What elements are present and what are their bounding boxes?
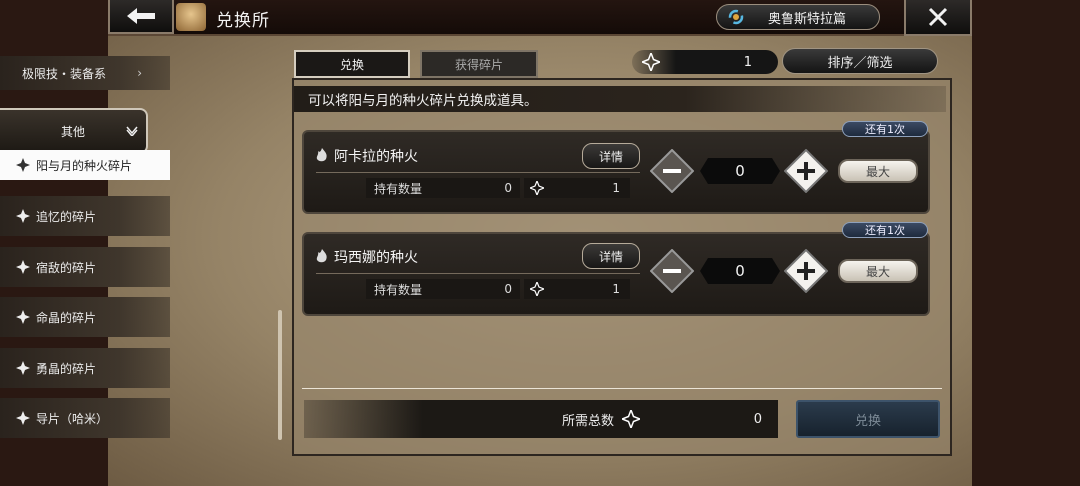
total-label: 所需总数 <box>562 413 615 429</box>
description: 可以将阳与月的种火碎片兑换成道具。 <box>294 86 946 112</box>
item-name: 阿卡拉的种火 <box>334 149 418 165</box>
tab-exchange[interactable]: 兑换 <box>294 50 410 78</box>
sidebar-item-limit-equip[interactable]: 极限技・装备系 › <box>0 56 170 90</box>
remaining-badge: 还有1次 <box>842 222 928 238</box>
sort-filter-button[interactable]: 排序／筛选 <box>782 48 938 74</box>
page-title: 兑换所 <box>216 11 270 31</box>
sidebar-item-label: 其他 <box>60 124 85 139</box>
chevron-right-icon: › <box>137 66 142 80</box>
sidebar-item-label: 勇晶的碎片 <box>36 361 97 376</box>
item-cost: 1 <box>524 279 630 299</box>
shard-icon <box>530 181 544 195</box>
hold-value: 0 <box>504 282 512 296</box>
divider <box>316 172 640 173</box>
cost-value: 1 <box>612 181 620 195</box>
shard-icon <box>16 260 30 274</box>
shard-icon <box>16 411 30 425</box>
shard-icon <box>530 282 544 296</box>
shard-icon <box>16 158 30 172</box>
back-button[interactable] <box>108 0 174 34</box>
item-name: 玛西娜的种火 <box>334 250 418 266</box>
increase-button[interactable] <box>784 249 828 293</box>
switch-icon <box>728 9 744 25</box>
tab-get-shards[interactable]: 获得碎片 <box>420 50 538 78</box>
item-cost: 1 <box>524 178 630 198</box>
quantity-value: 0 <box>700 158 780 184</box>
minus-icon <box>663 169 681 173</box>
close-icon <box>928 7 948 27</box>
sidebar-item-brave-shards[interactable]: 勇晶的碎片 <box>0 348 170 388</box>
hold-count: 持有数量 0 <box>366 279 520 299</box>
ember-icon <box>316 249 327 263</box>
max-button[interactable]: 最大 <box>838 259 918 283</box>
detail-button[interactable]: 详情 <box>582 143 640 169</box>
currency-display: 1 <box>632 50 778 74</box>
quantity-value: 0 <box>700 258 780 284</box>
hold-count: 持有数量 0 <box>366 178 520 198</box>
right-margin <box>972 0 1080 486</box>
cost-value: 1 <box>612 282 620 296</box>
shard-icon <box>622 410 641 428</box>
shop-icon <box>176 3 206 31</box>
sidebar-item-rival-shards[interactable]: 宿敌的碎片 <box>0 247 170 287</box>
shard-icon <box>16 361 30 375</box>
world-label: 奥鲁斯特拉篇 <box>767 11 846 27</box>
sidebar-item-label: 导片（哈米） <box>36 411 109 426</box>
decrease-button[interactable] <box>650 149 694 193</box>
world-select-button[interactable]: 奥鲁斯特拉篇 <box>716 4 880 30</box>
back-arrow-icon <box>127 8 155 24</box>
total-value: 0 <box>753 411 762 427</box>
exchange-button[interactable]: 兑换 <box>796 400 940 438</box>
sidebar-item-sun-moon-shards[interactable]: 阳与月的种火碎片 <box>0 150 170 180</box>
hold-label: 持有数量 <box>374 282 423 297</box>
footer-divider <box>302 388 942 389</box>
remaining-badge: 还有1次 <box>842 121 928 137</box>
sidebar-item-label: 宿敌的碎片 <box>36 260 97 275</box>
divider <box>316 273 640 274</box>
max-button[interactable]: 最大 <box>838 159 918 183</box>
sidebar-item-label: 命晶的碎片 <box>36 310 97 325</box>
ember-icon <box>316 148 327 162</box>
sidebar-scrollbar[interactable] <box>278 310 282 440</box>
hold-value: 0 <box>504 181 512 195</box>
minus-icon <box>663 269 681 273</box>
shard-icon <box>16 209 30 223</box>
sidebar-item-label: 阳与月的种火碎片 <box>36 158 133 173</box>
sidebar-item-memory-shards[interactable]: 追忆的碎片 <box>0 196 170 236</box>
sidebar-item-label: 追忆的碎片 <box>36 209 97 224</box>
increase-button[interactable] <box>784 149 828 193</box>
sidebar-item-guide-hami[interactable]: 导片（哈米） <box>0 398 170 438</box>
shard-icon <box>16 310 30 324</box>
sidebar-item-fate-shards[interactable]: 命晶的碎片 <box>0 297 170 337</box>
chevron-down-icon <box>126 126 138 136</box>
close-button[interactable] <box>904 0 972 36</box>
detail-button[interactable]: 详情 <box>582 243 640 269</box>
decrease-button[interactable] <box>650 249 694 293</box>
total-required: 所需总数 0 <box>304 400 778 438</box>
hold-label: 持有数量 <box>374 181 423 196</box>
currency-value: 1 <box>743 54 752 70</box>
shard-icon <box>642 53 660 71</box>
sidebar-item-label: 极限技・装备系 <box>22 66 107 81</box>
sidebar-group-other[interactable]: 其他 <box>0 108 148 154</box>
